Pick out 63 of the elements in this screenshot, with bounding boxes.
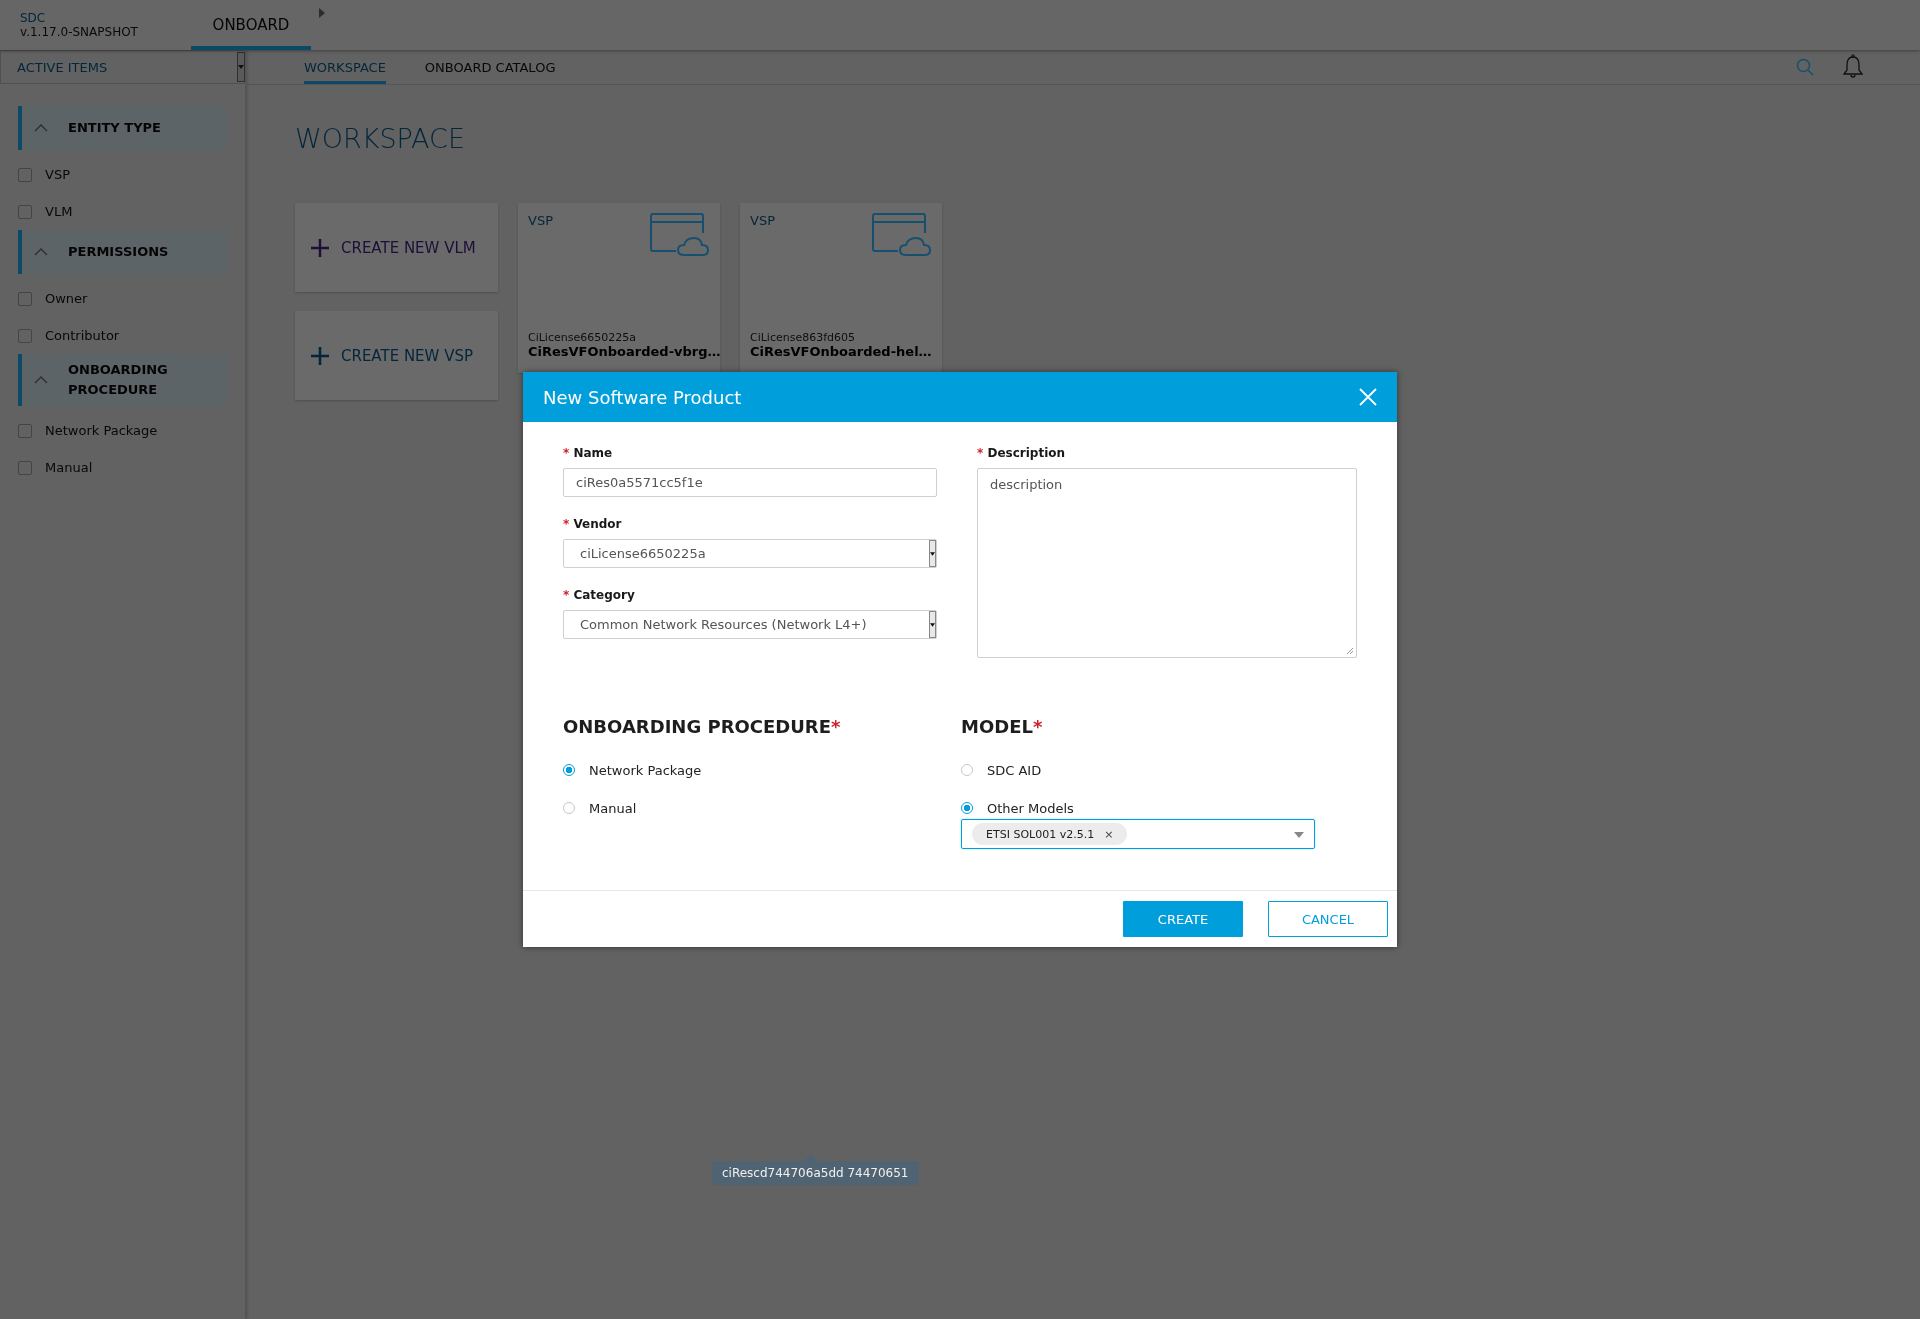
create-button[interactable]: CREATE [1123, 901, 1243, 937]
cancel-button[interactable]: CANCEL [1268, 901, 1388, 937]
select-field[interactable]: ciLicense6650225a [563, 539, 937, 568]
dropdown-caret-icon[interactable] [1294, 832, 1304, 838]
filter-label: Owner [45, 291, 88, 306]
resize-grip-icon[interactable] [1346, 647, 1354, 655]
product-card[interactable]: VSP CiLicense6650225a CiResVFOnboarded-vbrg… [518, 203, 720, 373]
plus-icon [311, 238, 329, 257]
window-cloud-icon [650, 213, 710, 257]
radio-button[interactable] [563, 802, 575, 814]
page-title: WORKSPACE [295, 123, 466, 156]
bell-icon[interactable] [1842, 54, 1864, 80]
section-title: ONBOARDING PROCEDURE* [563, 716, 842, 737]
radio-label: Other Models [987, 800, 1074, 816]
checkbox[interactable] [18, 167, 32, 182]
description-textarea[interactable]: description [977, 468, 1357, 658]
section-title: MODEL* [961, 716, 1044, 737]
caret-icon[interactable] [930, 622, 935, 627]
remove-tag-button[interactable]: × [1104, 827, 1114, 841]
nav-tab[interactable]: WORKSPACE [304, 50, 386, 84]
create-card[interactable]: CREATE NEW VLM [295, 203, 498, 292]
model-tag: ETSI SOL001 v2.5.1 × [972, 823, 1128, 845]
checkbox[interactable] [18, 460, 32, 475]
filter-group-header[interactable]: ENTITY TYPE [18, 106, 227, 150]
input-field[interactable]: ciRes0a5571cc5f1e [563, 468, 937, 497]
checkbox[interactable] [18, 328, 32, 343]
radio-button[interactable] [961, 802, 973, 814]
field-label: * Category [563, 588, 636, 602]
filter-label: Manual [45, 460, 93, 475]
radio-label: Network Package [589, 762, 702, 778]
checkbox[interactable] [18, 291, 32, 306]
filter-group-header[interactable]: PERMISSIONS [18, 230, 227, 274]
radio-button[interactable] [563, 764, 575, 776]
radio-button[interactable] [961, 764, 973, 776]
select-field[interactable]: Common Network Resources (Network L4+) [563, 610, 937, 639]
version-label: v.1.17.0-SNAPSHOT [20, 25, 139, 39]
search-icon[interactable] [1796, 58, 1814, 76]
caret-icon[interactable] [930, 551, 935, 556]
filter-label: VLM [45, 204, 73, 219]
product-card[interactable]: VSP CiLicense863fd605 CiResVFOnboarded-hel… [740, 203, 942, 373]
checkbox[interactable] [18, 423, 32, 438]
field-label: * Vendor [563, 517, 623, 531]
field-label: * Name [563, 446, 614, 460]
checkbox[interactable] [18, 204, 32, 219]
active-items-dropdown[interactable]: ACTIVE ITEMS [0, 50, 245, 84]
field-label: * Description [977, 446, 1067, 460]
radio-label: Manual [589, 800, 637, 816]
filter-label: Contributor [45, 328, 120, 343]
chevron-icon[interactable] [34, 248, 48, 256]
chevron-icon[interactable] [34, 124, 48, 132]
filter-label: Network Package [45, 423, 158, 438]
dialog-title: New Software Product [543, 386, 742, 408]
plus-icon [311, 346, 329, 365]
nav-tab[interactable]: ONBOARD CATALOG [424, 50, 556, 84]
radio-label: SDC AID [987, 762, 1042, 778]
filter-group-header[interactable]: ONBOARDING PROCEDURE [18, 354, 227, 406]
create-card[interactable]: CREATE NEW VSP [295, 311, 498, 400]
chevron-icon[interactable] [34, 376, 48, 384]
model-multiselect[interactable]: ETSI SOL001 v2.5.1 × [961, 819, 1315, 849]
close-icon[interactable] [1359, 388, 1377, 406]
filter-label: VSP [45, 167, 70, 182]
brand-name: SDC [20, 11, 47, 25]
window-cloud-icon [872, 213, 932, 257]
